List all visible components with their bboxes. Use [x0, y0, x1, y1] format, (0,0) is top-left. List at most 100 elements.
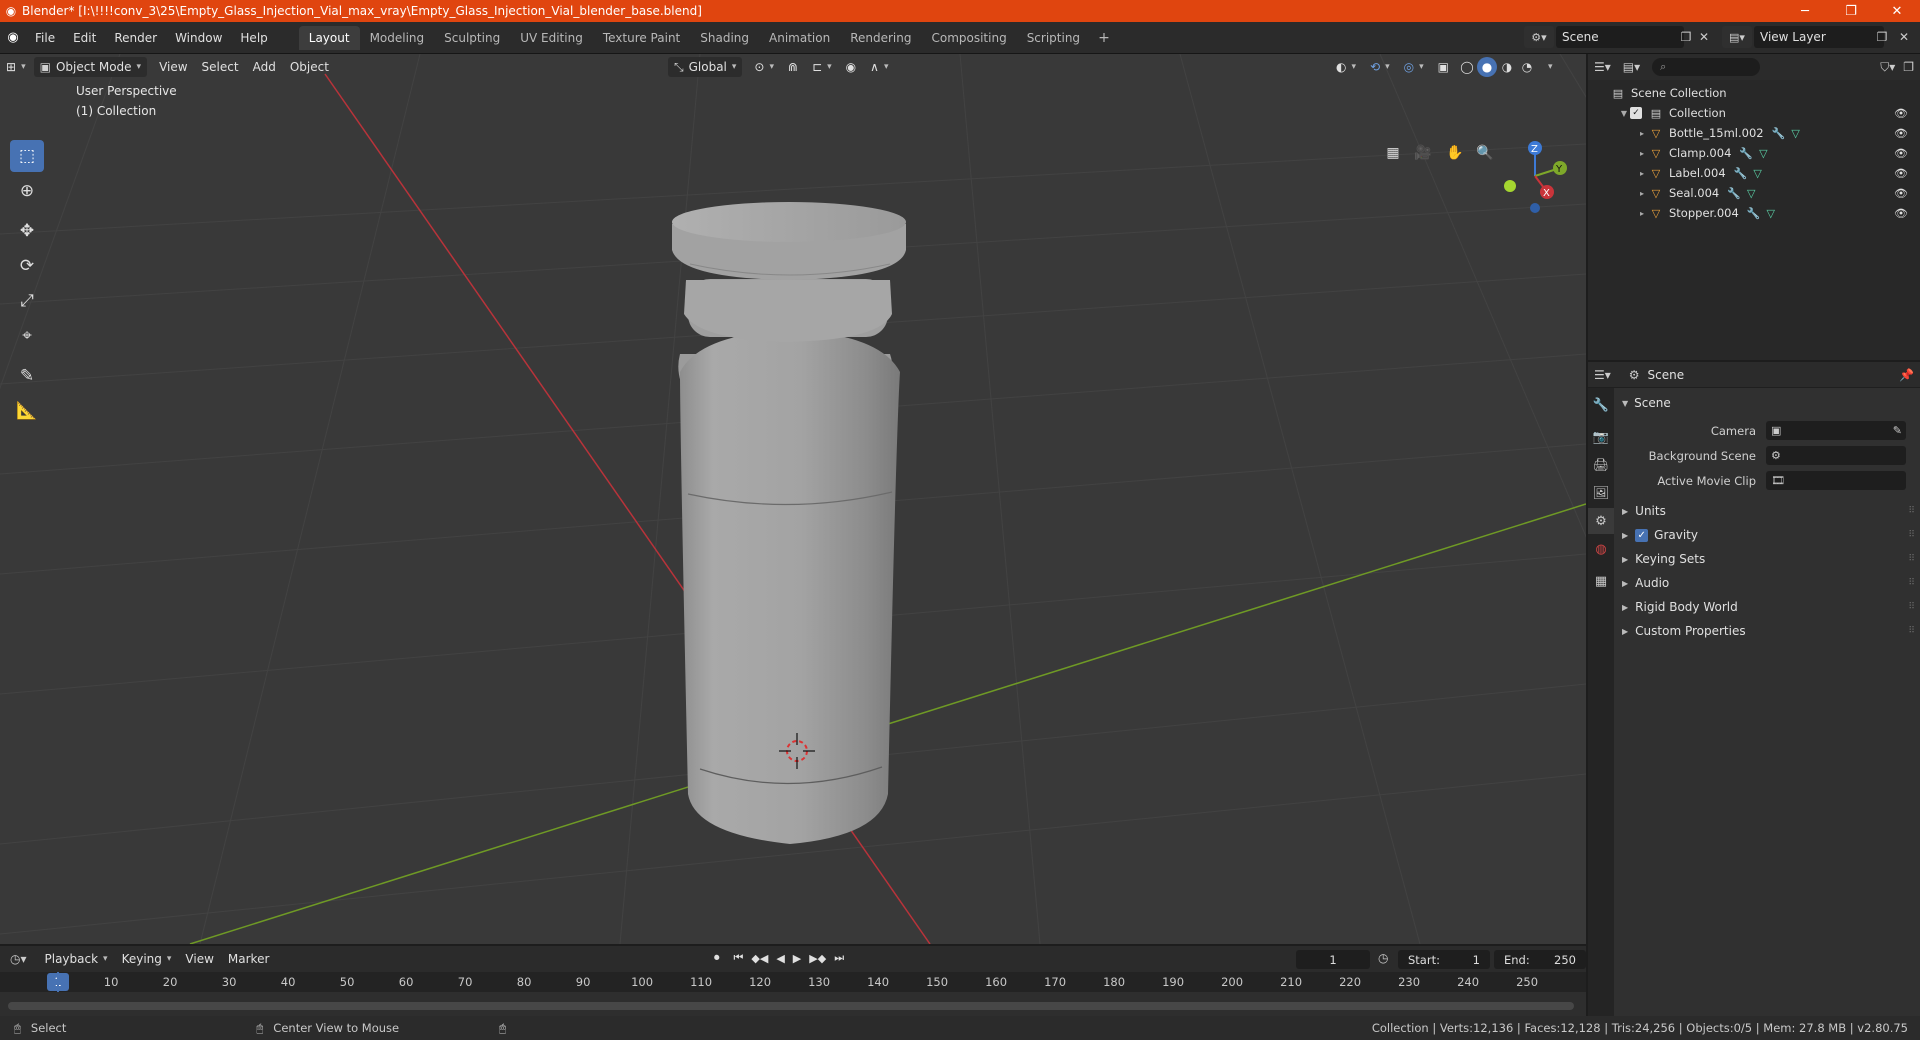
modifier-icon[interactable]: 🔧	[1734, 167, 1748, 180]
end-frame-field[interactable]: End: 250	[1494, 950, 1586, 969]
visibility-eye-icon[interactable]: 👁	[1894, 207, 1908, 220]
editor-type-icon[interactable]: ⊞ ▾	[0, 57, 32, 77]
drag-handle-icon[interactable]: ⠿	[1908, 530, 1915, 540]
pin-icon[interactable]: 📌	[1899, 368, 1914, 382]
new-view-layer-icon[interactable]: ❐	[1872, 27, 1892, 47]
tab-rendering[interactable]: Rendering	[840, 26, 921, 50]
tab-scene-icon[interactable]: ⚙	[1588, 508, 1614, 534]
outliner-item[interactable]: ▸ ▽ Label.004 🔧 ▽ 👁	[1588, 163, 1920, 183]
collection-enable-checkbox[interactable]: ✓	[1630, 107, 1642, 119]
eyedropper-icon[interactable]: ✎	[1893, 424, 1902, 437]
tab-scripting[interactable]: Scripting	[1017, 26, 1090, 50]
close-window-button[interactable]: ✕	[1874, 4, 1920, 19]
audio-panel[interactable]: ▶ Audio ⠿	[1616, 571, 1918, 595]
visibility-eye-icon[interactable]: 👁	[1894, 107, 1908, 120]
mesh-data-icon[interactable]: ▽	[1759, 147, 1767, 160]
visibility-eye-icon[interactable]: 👁	[1894, 147, 1908, 160]
navigation-gizmo[interactable]: Z Y X	[1490, 136, 1570, 216]
camera-view-icon[interactable]: 🎥	[1410, 140, 1436, 166]
jump-start-icon[interactable]: ⏮	[734, 951, 744, 965]
visibility-eye-icon[interactable]: 👁	[1894, 167, 1908, 180]
units-panel[interactable]: ▶ Units ⠿	[1616, 499, 1918, 523]
transform-tool-icon[interactable]: ⌖	[10, 320, 44, 352]
timeline-body[interactable]	[0, 972, 1586, 1016]
menu-view[interactable]: View	[153, 57, 193, 77]
mesh-data-icon[interactable]: ▽	[1791, 127, 1799, 140]
drag-handle-icon[interactable]: ⠿	[1908, 578, 1915, 588]
keying-menu[interactable]: Keying ▾	[116, 949, 178, 969]
tab-texture-paint[interactable]: Texture Paint	[593, 26, 690, 50]
restore-button[interactable]: ❐	[1828, 4, 1874, 19]
modifier-icon[interactable]: 🔧	[1739, 147, 1753, 160]
tab-shading[interactable]: Shading	[690, 26, 759, 50]
play-reverse-icon[interactable]: ◀	[776, 952, 784, 965]
outliner-display-mode-icon[interactable]: ▤▾	[1623, 60, 1640, 74]
tab-output-icon[interactable]: 🖨	[1588, 452, 1614, 478]
select-box-tool-icon[interactable]: ⬚	[10, 140, 44, 172]
visibility-eye-icon[interactable]: 👁	[1894, 187, 1908, 200]
modifier-icon[interactable]: 🔧	[1747, 207, 1761, 220]
preview-range-icon[interactable]: ◷	[1378, 951, 1388, 965]
tab-animation[interactable]: Animation	[759, 26, 840, 50]
mode-dropdown[interactable]: ▣ Object Mode ▾	[33, 57, 148, 77]
measure-tool-icon[interactable]: 📐	[10, 395, 44, 427]
minimize-button[interactable]: ─	[1782, 4, 1828, 19]
menu-window[interactable]: Window	[166, 31, 231, 45]
outliner-scene-collection[interactable]: ▤ Scene Collection	[1588, 83, 1920, 103]
rigid-body-world-panel[interactable]: ▶ Rigid Body World ⠿	[1616, 595, 1918, 619]
collapse-icon[interactable]: ▼	[1618, 109, 1630, 118]
expand-icon[interactable]: ▸	[1636, 209, 1648, 218]
play-icon[interactable]: ▶	[793, 952, 801, 965]
outliner-collection[interactable]: ▼ ✓ ▤ Collection 👁	[1588, 103, 1920, 123]
menu-add[interactable]: Add	[247, 57, 282, 77]
menu-object[interactable]: Object	[284, 57, 335, 77]
menu-help[interactable]: Help	[231, 31, 276, 45]
drag-handle-icon[interactable]: ⠿	[1908, 554, 1915, 564]
timeline-ruler[interactable]: 1 10203040506070809010011012013014015016…	[0, 972, 1586, 992]
menu-render[interactable]: Render	[105, 31, 166, 45]
current-frame-field[interactable]: 1	[1296, 950, 1370, 969]
outliner-search-input[interactable]: ⌕	[1652, 58, 1761, 76]
scene-selector-icon[interactable]: ⚙▾	[1524, 26, 1554, 48]
outliner-item[interactable]: ▸ ▽ Bottle_15ml.002 🔧 ▽ 👁	[1588, 123, 1920, 143]
scene-name-field[interactable]: Scene	[1556, 26, 1684, 48]
remove-view-layer-icon[interactable]: ✕	[1894, 27, 1914, 47]
drag-handle-icon[interactable]: ⠿	[1908, 602, 1915, 612]
rotate-tool-icon[interactable]: ⟳	[10, 250, 44, 282]
modifier-icon[interactable]: 🔧	[1727, 187, 1741, 200]
mesh-data-icon[interactable]: ▽	[1767, 207, 1775, 220]
move-tool-icon[interactable]: ✥	[10, 215, 44, 247]
outliner-item[interactable]: ▸ ▽ Stopper.004 🔧 ▽ 👁	[1588, 203, 1920, 223]
outliner-editor-icon[interactable]: ☰▾	[1594, 60, 1611, 74]
new-collection-icon[interactable]: ❐	[1903, 60, 1914, 74]
next-keyframe-icon[interactable]: ▶◆	[809, 952, 826, 965]
properties-editor-icon[interactable]: ☰▾	[1594, 368, 1611, 382]
tab-layout[interactable]: Layout	[298, 25, 360, 50]
outliner-filter-icon[interactable]: ⛉▾	[1880, 60, 1895, 75]
gravity-checkbox[interactable]: ✓	[1635, 528, 1649, 542]
menu-file[interactable]: File	[26, 31, 64, 45]
mesh-data-icon[interactable]: ▽	[1747, 187, 1755, 200]
outliner-item[interactable]: ▸ ▽ Clamp.004 🔧 ▽ 👁	[1588, 143, 1920, 163]
timeline-scrollbar[interactable]	[8, 1002, 1574, 1010]
3d-viewport[interactable]: ⊞ ▾ ▣ Object Mode ▾ View Select Add Objec…	[0, 54, 1586, 944]
custom-properties-panel[interactable]: ▶ Custom Properties ⠿	[1616, 619, 1918, 643]
drag-handle-icon[interactable]: ⠿	[1908, 626, 1915, 636]
record-icon[interactable]: ⏺	[714, 951, 720, 965]
timeline-view-menu[interactable]: View	[179, 949, 219, 969]
expand-icon[interactable]: ▸	[1636, 189, 1648, 198]
tab-sculpting[interactable]: Sculpting	[434, 26, 510, 50]
tab-tool-icon[interactable]: 🔧	[1588, 392, 1614, 418]
tab-view-layer-icon[interactable]: 🖼	[1588, 480, 1614, 506]
keying-sets-panel[interactable]: ▶ Keying Sets ⠿	[1616, 547, 1918, 571]
tab-texture-icon[interactable]: ▦	[1588, 568, 1614, 594]
menu-select[interactable]: Select	[196, 57, 245, 77]
expand-icon[interactable]: ▸	[1636, 169, 1648, 178]
new-scene-icon[interactable]: ❐	[1676, 27, 1696, 47]
scene-panel-header[interactable]: ▼ Scene	[1616, 392, 1918, 414]
expand-icon[interactable]: ▸	[1636, 149, 1648, 158]
background-scene-field[interactable]: ⚙	[1766, 446, 1906, 465]
camera-field[interactable]: ▣ ✎	[1766, 421, 1906, 440]
grid-view-icon[interactable]: ▦	[1380, 140, 1406, 166]
add-workspace-icon[interactable]: +	[1090, 30, 1118, 46]
